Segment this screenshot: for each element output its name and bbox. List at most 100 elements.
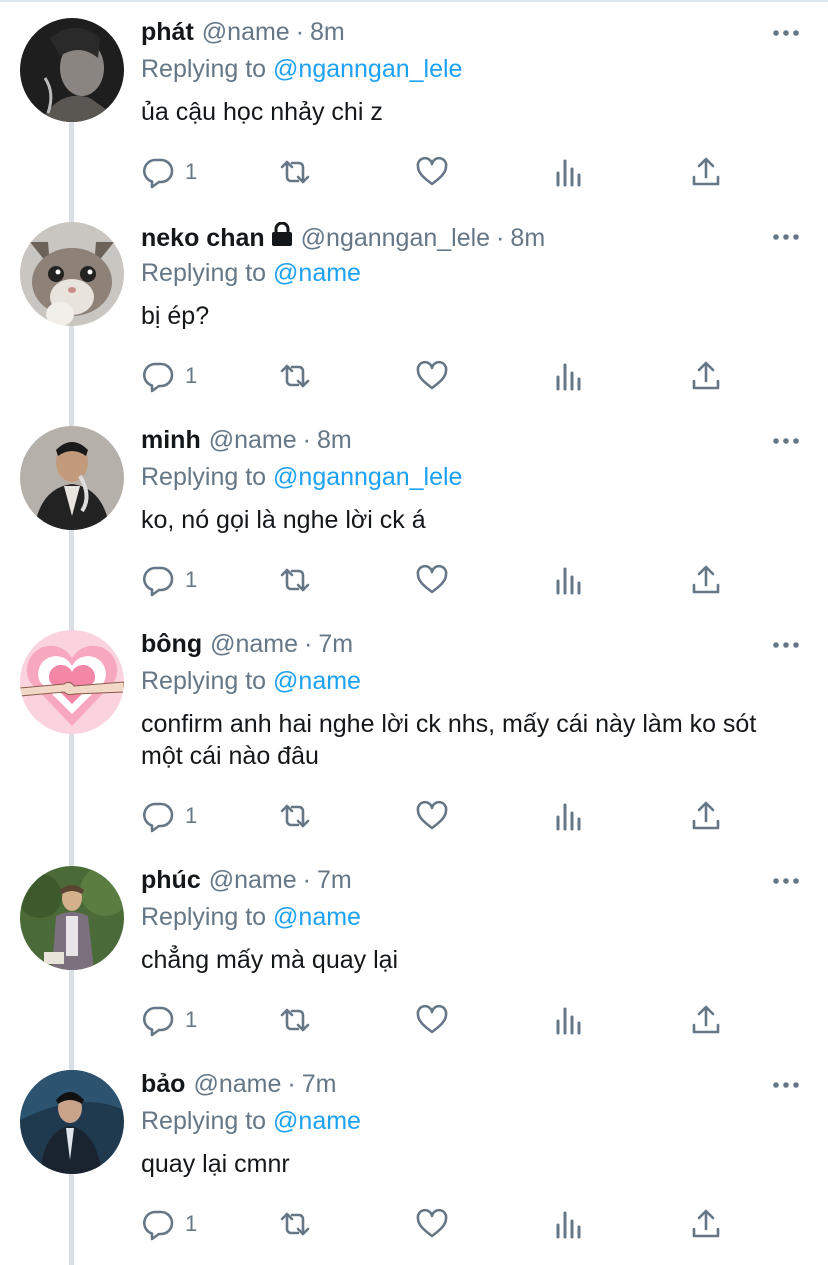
share-icon (692, 1005, 720, 1034)
reply-button[interactable]: 1 (141, 358, 197, 394)
more-options-icon[interactable] (772, 436, 800, 446)
avatar[interactable] (20, 18, 124, 122)
reply-count: 1 (185, 1211, 198, 1236)
timestamp[interactable]: 7m (317, 866, 352, 895)
reply-count: 1 (185, 803, 198, 828)
separator-dot: · (302, 426, 311, 454)
analytics-icon (556, 803, 581, 831)
retweet-button[interactable] (278, 562, 312, 598)
like-button[interactable] (415, 1206, 449, 1242)
reply-button[interactable]: 1 (141, 1002, 197, 1038)
reply-count: 1 (185, 1007, 198, 1032)
display-name[interactable]: neko chan (141, 224, 265, 253)
retweet-button[interactable] (278, 1206, 312, 1242)
avatar-image (20, 630, 124, 734)
analytics-icon (556, 159, 581, 187)
tweet-actions: 1 (141, 154, 741, 194)
analytics-button[interactable] (552, 1002, 586, 1038)
retweet-button[interactable] (278, 358, 312, 394)
timestamp[interactable]: 8m (310, 18, 345, 47)
analytics-button[interactable] (552, 154, 586, 190)
avatar[interactable] (20, 426, 124, 530)
analytics-button[interactable] (552, 1206, 586, 1242)
lock-icon (271, 222, 292, 246)
tweet-actions: 1 (141, 1206, 741, 1246)
heart-icon (416, 800, 448, 830)
heart-icon (416, 156, 448, 186)
retweet-button[interactable] (278, 154, 312, 190)
share-button[interactable] (689, 798, 723, 834)
share-button[interactable] (689, 562, 723, 598)
heart-icon (416, 1004, 448, 1034)
mention-link[interactable]: @name (273, 259, 361, 287)
avatar[interactable] (20, 630, 124, 734)
top-divider (0, 0, 828, 2)
reply-button[interactable]: 1 (141, 1206, 197, 1242)
retweet-button[interactable] (278, 798, 312, 834)
mention-link[interactable]: @nganngan_lele (273, 463, 462, 491)
display-name[interactable]: bông (141, 630, 202, 659)
separator-dot: · (287, 1070, 296, 1098)
handle[interactable]: @name (209, 866, 297, 895)
analytics-button[interactable] (552, 798, 586, 834)
display-name[interactable]: phúc (141, 866, 201, 895)
more-options-icon[interactable] (772, 640, 800, 650)
timestamp[interactable]: 8m (317, 426, 352, 455)
reply-button[interactable]: 1 (141, 154, 197, 190)
reply-button[interactable]: 1 (141, 562, 197, 598)
mention-link[interactable]: @nganngan_lele (273, 55, 462, 83)
analytics-button[interactable] (552, 358, 586, 394)
handle[interactable]: @name (202, 18, 290, 47)
share-icon (692, 1209, 720, 1238)
display-name[interactable]: minh (141, 426, 201, 455)
more-options-icon[interactable] (772, 28, 800, 38)
retweet-icon (280, 568, 310, 592)
timestamp[interactable]: 7m (302, 1070, 337, 1099)
timestamp[interactable]: 8m (510, 224, 545, 253)
avatar[interactable] (20, 1070, 124, 1174)
like-button[interactable] (415, 358, 449, 394)
replying-to: Replying to @name (141, 900, 804, 934)
share-icon (692, 361, 720, 390)
share-button[interactable] (689, 1002, 723, 1038)
like-button[interactable] (415, 154, 449, 190)
replying-to-label: Replying to (141, 463, 267, 491)
mention-link[interactable]: @name (273, 667, 361, 695)
avatar[interactable] (20, 222, 124, 326)
analytics-button[interactable] (552, 562, 586, 598)
replying-to-label: Replying to (141, 55, 267, 83)
avatar[interactable] (20, 866, 124, 970)
analytics-icon (556, 1007, 581, 1035)
more-options-icon[interactable] (772, 1080, 800, 1090)
reply-icon (143, 1006, 174, 1037)
mention-link[interactable]: @name (273, 903, 361, 931)
mention-link[interactable]: @name (273, 1107, 361, 1135)
like-button[interactable] (415, 798, 449, 834)
reply-button[interactable]: 1 (141, 798, 197, 834)
share-button[interactable] (689, 358, 723, 394)
handle[interactable]: @name (210, 630, 298, 659)
display-name[interactable]: phát (141, 18, 194, 47)
more-options-icon[interactable] (772, 232, 800, 242)
replying-to: Replying to @nganngan_lele (141, 460, 804, 494)
avatar-image (20, 18, 124, 122)
share-button[interactable] (689, 154, 723, 190)
replying-to: Replying to @name (141, 256, 804, 290)
handle[interactable]: @nganngan_lele (301, 224, 490, 253)
reply-icon (143, 1210, 174, 1241)
like-button[interactable] (415, 1002, 449, 1038)
analytics-icon (556, 363, 581, 391)
share-icon (692, 157, 720, 186)
heart-icon (416, 360, 448, 390)
replying-to-label: Replying to (141, 903, 267, 931)
display-name[interactable]: bảo (141, 1070, 185, 1099)
like-button[interactable] (415, 562, 449, 598)
retweet-icon (280, 1008, 310, 1032)
handle[interactable]: @name (209, 426, 297, 455)
retweet-button[interactable] (278, 1002, 312, 1038)
handle[interactable]: @name (193, 1070, 281, 1099)
timestamp[interactable]: 7m (318, 630, 353, 659)
share-button[interactable] (689, 1206, 723, 1242)
replying-to-label: Replying to (141, 259, 267, 287)
more-options-icon[interactable] (772, 876, 800, 886)
